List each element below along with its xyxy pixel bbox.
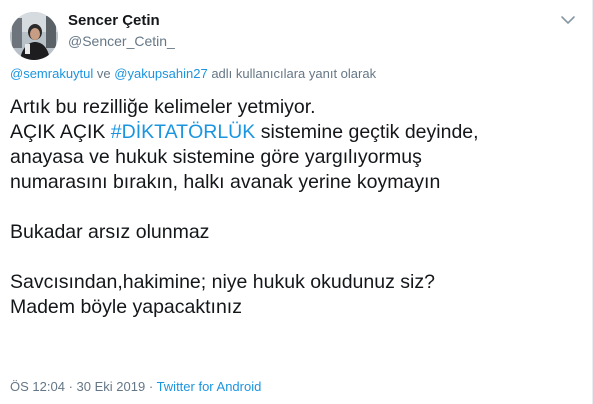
author-screen-name[interactable]: @Sencer_Cetin_ [68,33,175,49]
tweet-menu-button[interactable] [560,14,576,30]
tweet-text-line: numarasını bırakın, halkı avanak yerine … [10,171,441,193]
hashtag-link[interactable]: #DİKTATÖRLÜK [111,121,255,143]
tweet-text-segment: sistemine geçtik deyinde, [255,121,479,143]
avatar[interactable] [10,12,58,60]
reply-connector: ve [96,66,111,81]
tweet-time: ÖS 12:04 [10,379,65,394]
tweet-timestamp[interactable]: ÖS 12:04 · 30 Eki 2019 [10,379,145,394]
meta-separator: · [68,379,73,394]
profile-photo-icon [10,12,58,60]
tweet-date: 30 Eki 2019 [76,379,146,394]
tweet-text-segment: AÇIK AÇIK [10,121,111,143]
chevron-down-icon [561,16,575,24]
tweet-text-line: Bukadar arsız olunmaz [10,221,210,243]
tweet-card: Sencer Çetin @Sencer_Cetin_ @semrakuytul… [0,0,593,404]
tweet-text: Artık bu rezilliğe kelimeler yetmiyor. A… [10,95,580,320]
tweet-meta: ÖS 12:04 · 30 Eki 2019 · Twitter for And… [10,379,261,394]
reply-context-label: adlı kullanıcılara yanıt olarak [211,66,377,81]
tweet-text-line: AÇIK AÇIK #DİKTATÖRLÜK sistemine geçtik … [10,120,580,145]
tweet-text-line: Artık bu rezilliğe kelimeler yetmiyor. [10,96,316,118]
reply-mention-link[interactable]: @semrakuytul [10,66,93,81]
tweet-text-line: Savcısından,hakimine; niye hukuk okudunu… [10,271,435,293]
tweet-source-link[interactable]: Twitter for Android [157,379,262,394]
tweet-text-line: Madem böyle yapacaktınız [10,296,242,318]
reply-mention-link[interactable]: @yakupsahin27 [114,66,207,81]
tweet-text-line: anayasa ve hukuk sistemine göre yargılıy… [10,146,422,168]
author-display-name[interactable]: Sencer Çetin [68,12,160,29]
reply-context: @semrakuytul ve @yakupsahin27 adlı kulla… [10,66,376,81]
meta-separator: · [148,379,154,394]
